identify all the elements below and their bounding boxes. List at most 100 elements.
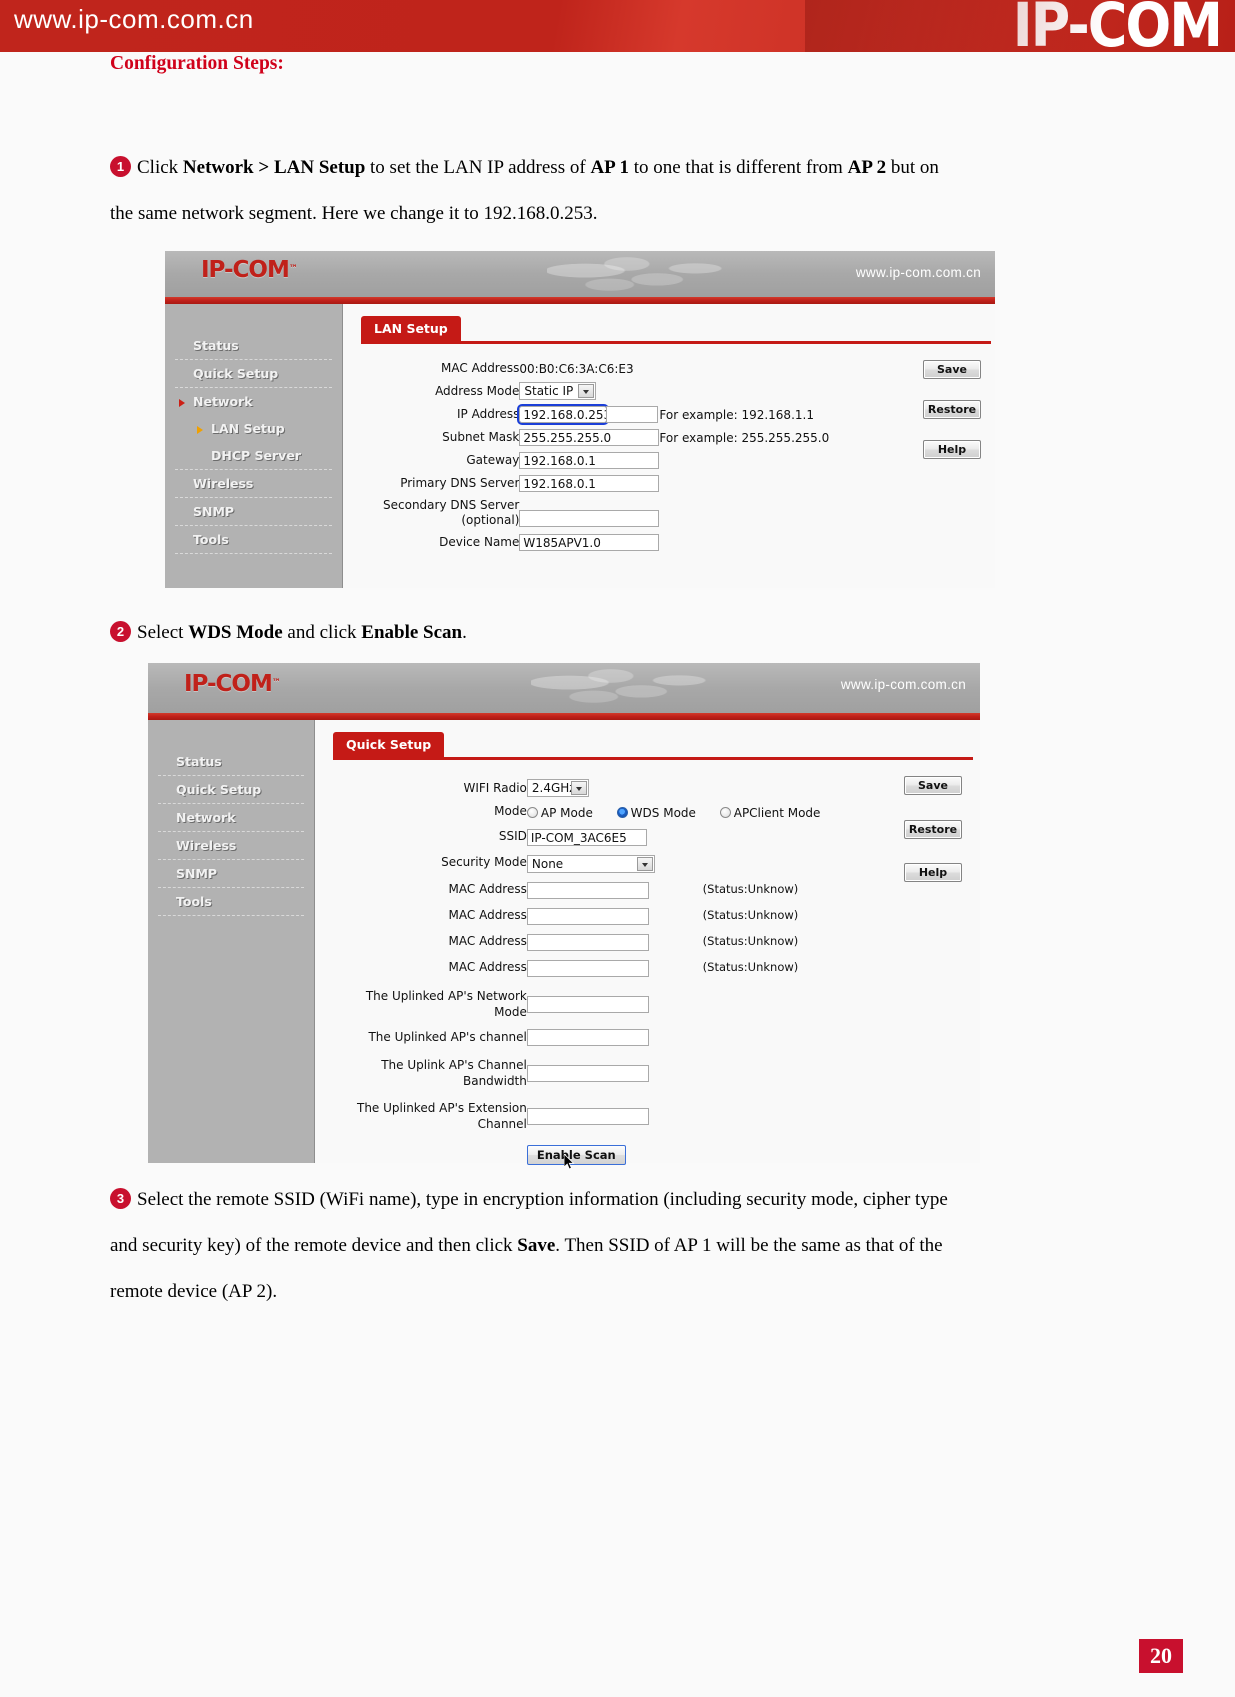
mouse-cursor-icon <box>563 1154 575 1170</box>
tab-quick-setup[interactable]: Quick Setup <box>333 732 445 758</box>
step-2-text-c: and click <box>282 622 362 643</box>
form-row-subnet-mask: Subnet Mask 255.255.255.0 For example: 2… <box>383 426 829 449</box>
input-uplink-network-mode[interactable] <box>526 995 649 1013</box>
quick-setup-screenshot: IP-COM™ www.ip-com.com.cn Status Quick S… <box>148 663 980 1170</box>
sidebar-item-network[interactable]: Network <box>175 388 332 415</box>
input-uplink-ext-channel[interactable] <box>526 1107 649 1125</box>
step-1-line-2: the same network segment. Here we change… <box>110 203 598 224</box>
input-device-name[interactable]: W185APV1.0 <box>519 534 660 551</box>
sidebar-item-quick-setup-2[interactable]: Quick Setup <box>158 776 304 804</box>
input-ssid[interactable]: IP-COM_3AC6E5 <box>526 829 647 846</box>
sidebar-item-network-2[interactable]: Network <box>158 804 304 832</box>
step-2-text-a: Select <box>137 622 189 643</box>
label-uplink-network-mode-l1: The Uplinked AP's Network <box>365 989 527 1003</box>
input-mac-4[interactable] <box>526 960 649 977</box>
enable-scan-button[interactable]: Enable Scan <box>526 1145 626 1170</box>
sidebar-label-snmp: SNMP <box>193 504 235 519</box>
radio-wds-mode-label: WDS Mode <box>630 806 696 820</box>
sidebar-item-lan-setup[interactable]: LAN Setup <box>175 415 332 442</box>
save-button-2[interactable]: Save <box>904 776 962 795</box>
input-subnet-mask[interactable]: 255.255.255.0 <box>519 429 660 446</box>
step-3-line-2-c: . Then SSID of AP 1 will be the same as … <box>555 1235 943 1256</box>
step-2-bold-enable-scan: Enable Scan <box>361 622 463 643</box>
input-ip-address[interactable]: 192.168.0.253 <box>517 404 611 425</box>
form-row-device-name: Device Name W185APV1.0 <box>383 531 829 554</box>
step-1-text-c: to set the LAN IP address of <box>365 157 591 178</box>
restore-button-1[interactable]: Restore <box>923 400 981 419</box>
tab-lan-setup[interactable]: LAN Setup <box>361 316 461 342</box>
step-2-text-e: . <box>462 622 467 643</box>
sidebar-item-tools-2[interactable]: Tools <box>158 888 304 916</box>
select-wifi-radio[interactable]: 2.4GHz <box>526 779 589 797</box>
input-mac-1[interactable] <box>526 882 649 899</box>
sidebar-label-lan-setup: LAN Setup <box>211 421 285 436</box>
sidebar-item-quick-setup[interactable]: Quick Setup <box>175 360 332 388</box>
step-1-bold-ap1: AP 1 <box>590 157 629 178</box>
label-mac-4: MAC Address <box>448 959 527 974</box>
restore-button-2[interactable]: Restore <box>904 820 962 839</box>
chevron-down-icon-wifi <box>570 781 587 795</box>
router-logo-text-1: IP-COM <box>201 257 290 283</box>
form-row-security-mode: Security Mode None <box>357 849 840 876</box>
chevron-down-icon-security <box>636 857 653 871</box>
form-row-ssid: SSID IP-COM_3AC6E5 <box>357 823 840 849</box>
form-row-mode: Mode AP Mode WDS Mode APClient Mode <box>357 800 840 823</box>
label-uplink-ext-channel-l2: Channel <box>477 1117 527 1131</box>
sidebar-item-snmp-2[interactable]: SNMP <box>158 860 304 888</box>
status-mac-4: (Status:Unknow) <box>702 960 799 974</box>
label-uplink-network-mode-l2: Mode <box>494 1005 527 1019</box>
label-uplink-bandwidth-l1: The Uplink AP's Channel <box>381 1058 527 1072</box>
label-address-mode: Address Mode <box>435 383 520 398</box>
form-row-wifi-radio: WIFI Radio 2.4GHz <box>357 776 840 800</box>
step-1-badge: 1 <box>110 156 131 177</box>
input-uplink-bandwidth[interactable] <box>526 1064 649 1082</box>
label-primary-dns: Primary DNS Server <box>400 476 520 490</box>
router-body-1: Status Quick Setup Network LAN Setup DHC… <box>165 304 995 588</box>
banner-url-text: www.ip-com.com.cn <box>14 4 254 34</box>
input-gateway[interactable]: 192.168.0.1 <box>519 452 660 469</box>
input-primary-dns[interactable]: 192.168.0.1 <box>519 475 660 492</box>
select-security-mode[interactable]: None <box>526 855 655 873</box>
help-button-2[interactable]: Help <box>904 863 962 882</box>
sidebar-item-wireless[interactable]: Wireless <box>175 470 332 498</box>
help-button-1[interactable]: Help <box>923 440 981 459</box>
sidebar-label-network-2: Network <box>176 810 236 825</box>
label-uplink-ext-channel-l1: The Uplinked AP's Extension <box>357 1101 527 1115</box>
radio-wds-mode[interactable]: WDS Mode <box>616 806 700 820</box>
page-number-badge: 20 <box>1139 1639 1183 1673</box>
radio-ap-mode[interactable]: AP Mode <box>526 806 597 820</box>
sidebar-item-wireless-2[interactable]: Wireless <box>158 832 304 860</box>
sidebar-item-status-2[interactable]: Status <box>158 748 304 776</box>
trademark-symbol-1: ™ <box>288 264 298 274</box>
router-red-divider-2 <box>148 713 980 720</box>
router-sidebar-1: Status Quick Setup Network LAN Setup DHC… <box>165 304 343 588</box>
select-address-mode[interactable]: Static IP <box>519 382 597 400</box>
input-mac-2[interactable] <box>526 908 649 925</box>
sidebar-item-tools[interactable]: Tools <box>175 526 332 554</box>
input-uplink-channel[interactable] <box>526 1029 649 1046</box>
form-row-uplink-network-mode: The Uplinked AP's Network Mode <box>357 980 840 1023</box>
radio-ap-mode-label: AP Mode <box>540 806 593 820</box>
router-main-2: Quick Setup WIFI Radio 2.4GHz Mode AP Mo… <box>315 720 980 1170</box>
hint-ip-address: For example: 192.168.1.1 <box>659 407 814 422</box>
enable-scan-label: Enable Scan <box>536 1148 616 1162</box>
step-1-paragraph: 1 Click Network > LAN Setup to set the LA… <box>110 145 1125 237</box>
section-title: Configuration Steps: <box>110 53 284 74</box>
step-3-paragraph: 3 Select the remote SSID (WiFi name), typ… <box>110 1177 1125 1315</box>
select-security-mode-value: None <box>531 857 564 871</box>
router-sidebar-2: Status Quick Setup Network Wireless SNMP… <box>148 720 315 1163</box>
radio-ap-mode-dot <box>526 807 538 818</box>
step-2-paragraph: 2 Select WDS Mode and click Enable Scan. <box>110 610 1125 656</box>
sidebar-label-quick-setup-2: Quick Setup <box>176 782 262 797</box>
input-secondary-dns[interactable] <box>519 510 660 527</box>
step-3-line-2-a: and security key) of the remote device a… <box>110 1235 518 1256</box>
radio-apclient-mode[interactable]: APClient Mode <box>719 806 820 820</box>
sidebar-item-snmp[interactable]: SNMP <box>175 498 332 526</box>
input-mac-3[interactable] <box>526 934 649 951</box>
step-1-bold-ap2: AP 2 <box>847 157 887 178</box>
input-ip-address-extra[interactable] <box>606 406 659 423</box>
save-button-1[interactable]: Save <box>923 360 981 379</box>
hint-subnet-mask: For example: 255.255.255.0 <box>659 430 830 445</box>
sidebar-item-status[interactable]: Status <box>175 332 332 360</box>
sidebar-item-dhcp-server[interactable]: DHCP Server <box>175 442 332 470</box>
